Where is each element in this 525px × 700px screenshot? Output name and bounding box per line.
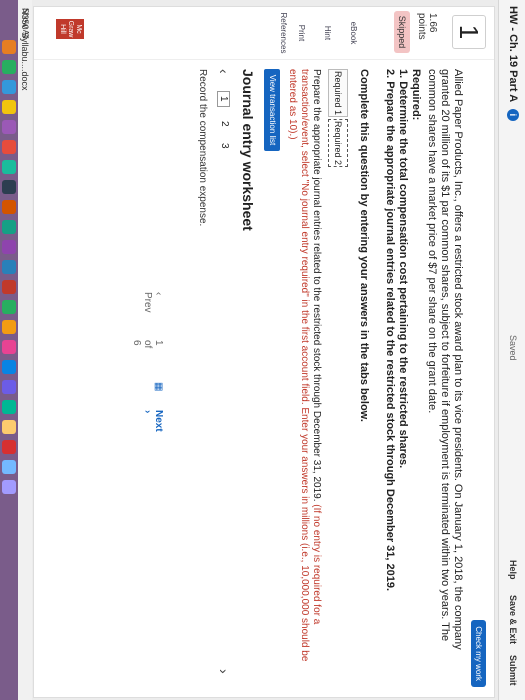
question-panel: 1 1.66 points Skipped eBook Hint Print R… [33,6,495,698]
worksheet-page-2[interactable]: 2 [219,121,230,127]
ebook-button[interactable]: eBook [349,11,358,55]
assignment-title-text: HW - Ch. 19 Part A [507,6,519,102]
saved-status: Saved [508,335,518,361]
worksheet-pager: ‹ 1 2 3 › [214,69,232,674]
help-button[interactable]: Help [508,560,518,580]
required-section: Required: 1. Determine the total compens… [383,69,422,684]
tab-instructions: Prepare the appropriate journal entries … [286,69,322,679]
tab-required-1[interactable]: Required 1 [328,69,348,117]
prev-button[interactable]: ‹ Prev [142,292,164,313]
app-icon[interactable] [2,440,16,454]
app-icon[interactable] [2,120,16,134]
worksheet-title: Journal entry worksheet [240,69,256,231]
app-icon[interactable] [2,260,16,274]
question-sidebar: 1 1.66 points Skipped eBook Hint Print R… [34,7,494,60]
show-all-button[interactable]: Show All [21,8,30,692]
info-icon[interactable]: i [506,108,519,121]
tab-list: Required 1 Required 2 [328,69,348,169]
prev-label: Prev [142,292,153,313]
submit-button[interactable]: Submit [508,655,518,686]
app-icon[interactable] [2,320,16,334]
chevron-right-icon[interactable]: › [216,669,232,674]
worksheet-page-3[interactable]: 3 [219,143,230,149]
next-button[interactable]: Next › [142,410,164,432]
hint-button[interactable]: Hint [323,11,332,55]
required-label: Required: [410,69,422,121]
app-icon[interactable] [2,460,16,474]
references-button[interactable]: References [279,11,288,55]
app-icon[interactable] [2,480,16,494]
print-button[interactable]: Print [297,11,306,55]
tab-required-2[interactable]: Required 2 [328,119,348,167]
grid-icon[interactable]: ▦ [153,382,164,391]
question-number: 1 [452,15,486,49]
app-icon[interactable] [2,80,16,94]
required-2-text: 2. Prepare the appropriate journal entri… [384,69,396,592]
mcgraw-hill-logo: Mc Graw Hill [56,19,84,39]
points: 1.66 points [416,13,438,40]
complete-instruction: Complete this question by entering your … [358,69,370,422]
app-icon[interactable] [2,420,16,434]
dock [0,0,18,700]
app-icon[interactable] [2,220,16,234]
chevron-left-icon[interactable]: ‹ [216,69,232,74]
screen: HW - Ch. 19 Part A i Saved Help Save & E… [0,0,525,700]
page-indicator: 1 of 6 [131,340,164,349]
app-icon[interactable] [2,240,16,254]
points-label: points [416,13,427,40]
app-icon[interactable] [2,360,16,374]
app-icon[interactable] [2,400,16,414]
save-exit-button[interactable]: Save & Exit [508,595,518,644]
app-icon[interactable] [2,300,16,314]
app-icon[interactable] [2,140,16,154]
worksheet-page-1[interactable]: 1 [217,91,230,107]
check-my-work-button[interactable]: Check my work [471,620,486,687]
question-text: Allied Paper Products, Inc., offers a re… [426,69,464,650]
app-icon[interactable] [2,100,16,114]
view-transaction-list-button[interactable]: View transaction list [264,69,280,151]
app-icon[interactable] [2,380,16,394]
required-1-text: 1. Determine the total compensation cost… [397,69,409,469]
app-icon[interactable] [2,200,16,214]
app-icon[interactable] [2,280,16,294]
points-value: 1.66 [427,13,438,33]
app-icon[interactable] [2,160,16,174]
top-bar: HW - Ch. 19 Part A i Saved Help Save & E… [498,0,525,700]
download-bar: N350 Syllabu....docx Show All [18,0,32,700]
app-icon[interactable] [2,180,16,194]
instructions-text: Prepare the appropriate journal entries … [311,69,322,502]
assignment-title: HW - Ch. 19 Part A i [506,6,519,121]
app-icon[interactable] [2,340,16,354]
app-icon[interactable] [2,40,16,54]
app-icon[interactable] [2,60,16,74]
next-label: Next [153,410,164,432]
record-instruction: Record the compensation expense. [197,69,208,227]
skipped-badge: Skipped [394,11,410,53]
